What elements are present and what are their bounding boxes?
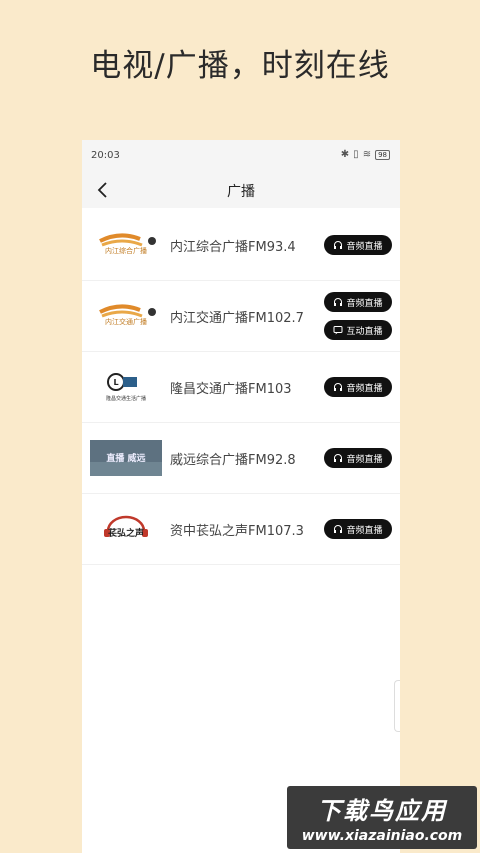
station-logo: L 隆昌交通生活广播 xyxy=(90,369,162,405)
station-logo-image: 内江交通广播 xyxy=(99,304,156,326)
nav-bar: 广播 xyxy=(82,172,400,208)
status-icons: ✱ ▯ ≋ 98 xyxy=(341,149,390,160)
svg-text:隆昌交通生活广播: 隆昌交通生活广播 xyxy=(106,395,146,402)
bluetooth-icon: ✱ xyxy=(340,149,350,160)
station-logo: 苌弘之声 xyxy=(90,511,162,547)
station-logo: 内江交通广播 xyxy=(90,298,162,334)
station-row[interactable]: 苌弘之声 资中苌弘之声FM107.3 音频直播 xyxy=(82,494,400,565)
page-headline: 电视/广播，时刻在线 xyxy=(90,48,390,84)
phone-screen: 20:03 ✱ ▯ ≋ 98 广播 内江综合广播 内江综合广播FM93.4 音频… xyxy=(82,140,400,853)
svg-text:苌弘之声: 苌弘之声 xyxy=(108,527,144,539)
interactive-live-label: 互动直播 xyxy=(346,326,383,337)
headphones-icon xyxy=(334,383,343,391)
battery-icon: 98 xyxy=(375,149,390,160)
station-logo: 内江综合广播 xyxy=(90,227,162,263)
audio-live-button[interactable]: 音频直播 xyxy=(324,235,392,255)
audio-live-label: 音频直播 xyxy=(346,241,383,252)
audio-live-button[interactable]: 音频直播 xyxy=(324,377,392,397)
svg-text:内江交通广播: 内江交通广播 xyxy=(105,317,147,326)
station-logo-image: L 隆昌交通生活广播 xyxy=(106,373,146,402)
audio-live-label: 音频直播 xyxy=(346,298,383,309)
station-row[interactable]: 内江交通广播 内江交通广播FM102.7 音频直播 互动直播 xyxy=(82,281,400,352)
station-name: 威远综合广播FM92.8 xyxy=(170,453,296,468)
audio-live-button[interactable]: 音频直播 xyxy=(324,292,392,312)
svg-text:L: L xyxy=(113,378,118,387)
page-title: 广播 xyxy=(227,184,255,200)
station-row[interactable]: 直播 威远 威远综合广播FM92.8 音频直播 xyxy=(82,423,400,494)
svg-text:内江综合广播: 内江综合广播 xyxy=(105,246,147,255)
station-logo-image: 苌弘之声 xyxy=(104,515,148,539)
chat-icon xyxy=(333,326,343,335)
station-logo: 直播 威远 xyxy=(90,440,162,476)
audio-live-label: 音频直播 xyxy=(346,454,383,465)
audio-live-button[interactable]: 音频直播 xyxy=(324,519,392,539)
station-name: 内江交通广播FM102.7 xyxy=(170,311,304,326)
station-name: 内江综合广播FM93.4 xyxy=(170,240,296,255)
station-name: 资中苌弘之声FM107.3 xyxy=(170,524,304,539)
watermark-title: 下载鸟应用 xyxy=(317,797,447,825)
side-drawer-handle[interactable] xyxy=(394,680,400,732)
station-logo-image: 内江综合广播 xyxy=(99,233,156,255)
audio-live-label: 音频直播 xyxy=(346,525,383,536)
headphones-icon xyxy=(334,241,343,249)
station-list: 内江综合广播 内江综合广播FM93.4 音频直播 内江交通广播 内江交通广播FM… xyxy=(82,208,400,565)
audio-live-button[interactable]: 音频直播 xyxy=(324,448,392,468)
vibrate-icon: ▯ xyxy=(353,149,359,160)
headphones-icon xyxy=(334,525,343,533)
headphones-icon xyxy=(334,298,343,306)
station-row[interactable]: 内江综合广播 内江综合广播FM93.4 音频直播 xyxy=(82,210,400,281)
watermark-url: www.xiazainiao.com xyxy=(301,828,463,844)
watermark-logo: 下载鸟应用 www.xiazainiao.com xyxy=(287,786,477,849)
status-bar: 20:03 ✱ ▯ ≋ 98 xyxy=(82,140,400,172)
interactive-live-button[interactable]: 互动直播 xyxy=(324,320,392,340)
svg-text:直播 威远: 直播 威远 xyxy=(106,452,146,464)
status-time: 20:03 xyxy=(91,150,120,161)
station-name: 隆昌交通广播FM103 xyxy=(170,382,292,397)
headphones-icon xyxy=(334,454,343,462)
station-logo-image: 直播 威远 xyxy=(90,440,162,476)
station-row[interactable]: L 隆昌交通生活广播 隆昌交通广播FM103 音频直播 xyxy=(82,352,400,423)
audio-live-label: 音频直播 xyxy=(346,383,383,394)
wifi-icon: ≋ xyxy=(362,149,372,160)
